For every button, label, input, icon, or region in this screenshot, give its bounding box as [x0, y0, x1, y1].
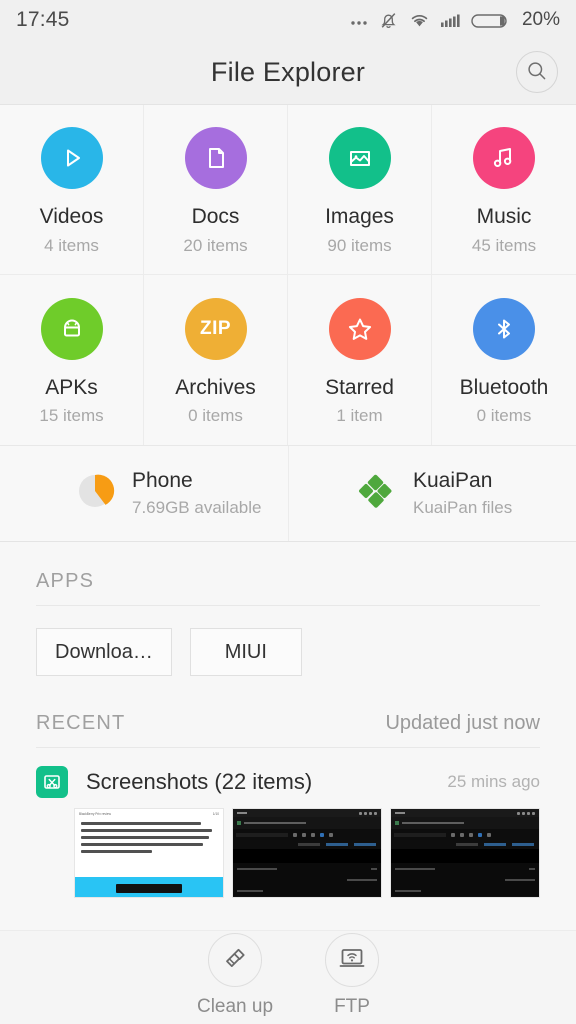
thumbnail-dark-1[interactable] [232, 808, 382, 898]
android-icon [40, 297, 103, 360]
storage-name: KuaiPan [413, 469, 493, 492]
wifi-icon [408, 10, 431, 30]
category-label: Starred [325, 375, 394, 399]
storage-phone[interactable]: Phone 7.69GB available [0, 446, 288, 541]
category-count: 45 items [471, 235, 537, 255]
recent-section: RECENT Updated just now Screenshots (22 … [0, 684, 576, 898]
category-apks[interactable]: APKs 15 items [0, 275, 144, 445]
battery-icon [471, 10, 511, 30]
recent-item-screenshots[interactable]: Screenshots (22 items) 25 mins ago [36, 748, 540, 808]
storage-sub: 7.69GB available [132, 498, 262, 517]
category-count: 1 item [336, 406, 383, 426]
music-note-icon [473, 127, 535, 190]
thumbnail-blue-band [75, 877, 223, 897]
app-chip-miui[interactable]: MIUI [189, 628, 302, 676]
ftp-screen-wifi-icon [337, 943, 367, 978]
category-images[interactable]: Images 90 items [288, 105, 432, 275]
kuaipan-logo-icon [357, 471, 397, 516]
ftp-button[interactable]: FTP [325, 933, 380, 1018]
category-videos[interactable]: Videos 4 items [0, 105, 144, 275]
recent-thumbnail-strip: BlackBerry Priv review 1/10 [36, 808, 540, 898]
bottom-action-bar: Clean up FTP [0, 930, 576, 1024]
ftp-label: FTP [334, 996, 370, 1017]
app-chip-downloads[interactable]: Downloa… [36, 628, 172, 676]
more-dots-icon [349, 10, 369, 30]
play-icon [40, 127, 103, 190]
category-grid: Videos 4 items Docs 20 items Images 90 i… [0, 104, 576, 445]
pie-chart-icon [74, 470, 116, 517]
recent-updated-label: Updated just now [385, 712, 540, 734]
broom-icon [220, 943, 250, 978]
thumbnail-article[interactable]: BlackBerry Priv review 1/10 [74, 808, 224, 898]
recent-section-title: RECENT [36, 712, 126, 734]
storage-name: Phone [132, 469, 193, 492]
category-bluetooth[interactable]: Bluetooth 0 items [432, 275, 576, 445]
category-label: Docs [191, 205, 240, 229]
category-count: 15 items [39, 406, 104, 426]
apps-section-title: APPS [36, 570, 95, 592]
category-count: 4 items [44, 235, 99, 255]
recent-item-time: 25 mins ago [447, 772, 540, 791]
category-music[interactable]: Music 45 items [432, 105, 576, 275]
thumbnail-dark-2[interactable] [390, 808, 540, 898]
search-button[interactable] [516, 51, 558, 93]
page-title: File Explorer [210, 56, 366, 87]
category-label: Archives [175, 375, 256, 399]
category-docs[interactable]: Docs 20 items [144, 105, 288, 275]
star-icon [328, 297, 391, 360]
category-count: 0 items [188, 406, 243, 426]
storage-kuaipan[interactable]: KuaiPan KuaiPan files [288, 446, 576, 541]
category-count: 20 items [183, 235, 248, 255]
file-explorer-app: 17:45 20% File Explorer Videos 4 items D… [0, 0, 576, 1024]
bell-muted-icon [378, 10, 399, 31]
document-icon [184, 127, 247, 190]
recent-item-name: Screenshots (22 items) [86, 769, 313, 794]
recent-section-header: RECENT Updated just now [36, 684, 540, 748]
app-chip-list: Downloa… MIUI [36, 606, 540, 684]
category-count: 0 items [476, 406, 532, 426]
search-icon [526, 60, 548, 85]
screenshot-folder-icon [36, 766, 68, 798]
battery-percent: 20% [521, 9, 560, 30]
thumbnail-header-title: BlackBerry Priv review [79, 811, 111, 816]
apps-section: APPS Downloa… MIUI [0, 542, 576, 684]
apps-section-header: APPS [36, 542, 540, 606]
category-starred[interactable]: Starred 1 item [288, 275, 432, 445]
category-label: Music [476, 205, 532, 229]
status-icons: 20% [349, 9, 560, 31]
clean-up-button[interactable]: Clean up [197, 933, 273, 1018]
app-header: File Explorer [0, 40, 576, 104]
zip-label: ZIP [199, 317, 232, 339]
thumbnail-header-meta: 1/10 [212, 811, 219, 816]
storage-sub: KuaiPan files [413, 498, 513, 517]
category-count: 90 items [327, 235, 392, 255]
zip-icon: ZIP [184, 297, 247, 360]
signal-bars-icon [440, 10, 462, 30]
bluetooth-icon [473, 297, 535, 360]
category-label: Images [325, 205, 394, 229]
category-label: APKs [45, 375, 98, 399]
category-archives[interactable]: ZIP Archives 0 items [144, 275, 288, 445]
status-bar: 17:45 20% [0, 0, 576, 40]
clean-up-label: Clean up [196, 996, 274, 1017]
category-label: Videos [39, 205, 104, 229]
image-icon [328, 127, 391, 190]
category-label: Bluetooth [459, 375, 549, 399]
status-time: 17:45 [16, 8, 70, 31]
storage-row: Phone 7.69GB available KuaiPan KuaiPan f… [0, 445, 576, 542]
